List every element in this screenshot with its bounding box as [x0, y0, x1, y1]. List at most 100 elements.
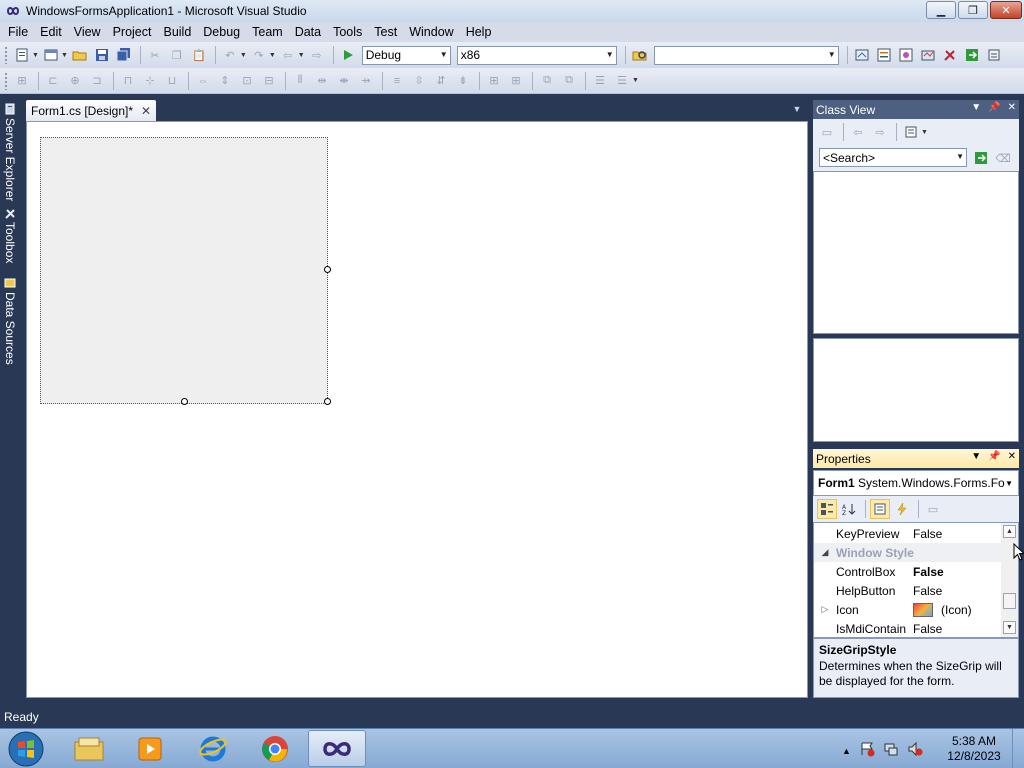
properties-view-icon[interactable]: [870, 499, 890, 519]
navigate-forward-icon[interactable]: ⇨: [307, 45, 327, 65]
add-item-icon[interactable]: [41, 45, 61, 65]
taskbar-media-player[interactable]: [121, 730, 179, 767]
scroll-up-icon[interactable]: ▲: [1003, 525, 1016, 538]
minimize-button[interactable]: ▁: [926, 1, 956, 19]
send-to-back-icon[interactable]: ⧉: [559, 71, 579, 91]
expand-triangle-icon[interactable]: ▷: [814, 604, 836, 615]
extension-manager-icon[interactable]: [940, 45, 960, 65]
properties-window-icon[interactable]: [874, 45, 894, 65]
property-row-controlbox[interactable]: ControlBox False: [814, 562, 1002, 581]
menu-edit[interactable]: Edit: [34, 22, 68, 42]
categorized-icon[interactable]: [817, 499, 837, 519]
menu-window[interactable]: Window: [403, 22, 459, 42]
system-clock[interactable]: 5:38 AM 12/8/2023: [942, 734, 1006, 764]
horizontal-spacing-remove-icon[interactable]: ⇸: [356, 71, 376, 91]
auto-hide-pin-icon[interactable]: 📌: [988, 451, 1000, 462]
center-horizontally-icon[interactable]: ⊞: [484, 71, 504, 91]
properties-object-selector[interactable]: Form1 System.Windows.Forms.Fo ▼: [813, 470, 1019, 496]
start-button[interactable]: [6, 731, 46, 767]
clear-search-icon[interactable]: ⌫: [993, 148, 1013, 168]
align-bottoms-icon[interactable]: ⊔: [162, 71, 182, 91]
forward-arrow-icon[interactable]: ⇨: [870, 122, 890, 142]
solution-explorer-icon[interactable]: [852, 45, 872, 65]
data-sources-tab[interactable]: Data Sources: [1, 276, 19, 365]
resize-handle-right[interactable]: [324, 266, 331, 273]
navigate-backward-icon[interactable]: ⇦: [278, 45, 298, 65]
more-commands-icon[interactable]: [984, 45, 1004, 65]
center-vertically-icon[interactable]: ⊞: [506, 71, 526, 91]
action-center-flag-icon[interactable]: [859, 741, 875, 760]
taskbar-file-explorer[interactable]: [60, 730, 118, 767]
resize-handle-bottom[interactable]: [181, 398, 188, 405]
document-list-dropdown-icon[interactable]: ▼: [791, 104, 803, 116]
align-lefts-icon[interactable]: ⊏: [43, 71, 63, 91]
align-rights-icon[interactable]: ⊐: [87, 71, 107, 91]
close-tab-icon[interactable]: ✕: [141, 104, 151, 118]
save-all-icon[interactable]: [114, 45, 134, 65]
class-view-tree[interactable]: [813, 171, 1019, 334]
scroll-down-icon[interactable]: ▼: [1003, 621, 1016, 634]
open-file-icon[interactable]: [70, 45, 90, 65]
form-designer[interactable]: [26, 121, 808, 698]
align-to-grid-icon[interactable]: ⊞: [12, 71, 32, 91]
class-view-search-input[interactable]: <Search> ▼: [819, 148, 967, 167]
align-tops-icon[interactable]: ⊓: [118, 71, 138, 91]
start-page-icon[interactable]: [962, 45, 982, 65]
dropdown-arrow-icon[interactable]: ▼: [32, 52, 39, 59]
bring-to-front-icon[interactable]: ⧉: [537, 71, 557, 91]
toolbar-grip[interactable]: [4, 71, 8, 90]
menu-team[interactable]: Team: [246, 22, 289, 42]
back-arrow-icon[interactable]: ⇦: [848, 122, 868, 142]
toolbox-tab[interactable]: Toolbox: [1, 206, 19, 263]
undo-icon[interactable]: ↶: [220, 45, 240, 65]
horizontal-spacing-decrease-icon[interactable]: ⇼: [334, 71, 354, 91]
menu-project[interactable]: Project: [107, 22, 158, 42]
property-value[interactable]: False: [913, 527, 1002, 541]
toolbox-window-icon[interactable]: [918, 45, 938, 65]
menu-data[interactable]: Data: [289, 22, 327, 42]
property-value[interactable]: False: [913, 565, 1002, 579]
solution-configuration-combo[interactable]: Debug ▼: [361, 45, 451, 65]
menu-file[interactable]: File: [2, 22, 34, 42]
menu-tools[interactable]: Tools: [327, 22, 368, 42]
show-hidden-icons-icon[interactable]: ▲: [842, 746, 851, 756]
redo-icon[interactable]: ↷: [249, 45, 269, 65]
menu-test[interactable]: Test: [368, 22, 403, 42]
toolbar-overflow-icon[interactable]: ▼: [632, 77, 639, 84]
vertical-spacing-equal-icon[interactable]: ≡: [387, 71, 407, 91]
alphabetical-icon[interactable]: AZ: [839, 499, 859, 519]
make-same-height-icon[interactable]: ⇕: [215, 71, 235, 91]
copy-icon[interactable]: ❐: [167, 45, 187, 65]
horizontal-spacing-equal-icon[interactable]: ⫴: [290, 71, 310, 91]
taskbar-chrome[interactable]: [246, 730, 304, 767]
auto-hide-pin-icon[interactable]: 📌: [988, 102, 1000, 113]
restore-button[interactable]: ❐: [958, 1, 988, 19]
events-lightning-icon[interactable]: [892, 499, 912, 519]
form1-surface[interactable]: [40, 137, 331, 405]
toolbar-grip[interactable]: [4, 46, 8, 64]
network-icon[interactable]: [883, 741, 899, 760]
new-folder-icon[interactable]: ▭: [817, 122, 837, 142]
paste-icon[interactable]: 📋: [189, 45, 209, 65]
class-view-header[interactable]: Class View ▼ 📌 ✕: [813, 100, 1019, 119]
property-category-window-style[interactable]: ◢ Window Style: [814, 543, 1002, 562]
vertical-spacing-decrease-icon[interactable]: ⇵: [431, 71, 451, 91]
window-position-icon[interactable]: ▼: [971, 102, 981, 113]
taskbar-visual-studio[interactable]: [308, 730, 366, 767]
properties-grid[interactable]: KeyPreview False ◢ Window Style ControlB…: [813, 522, 1019, 638]
solution-platform-combo[interactable]: x86 ▼: [456, 45, 617, 65]
find-in-files-icon[interactable]: [630, 45, 650, 65]
class-view-settings-icon[interactable]: [901, 122, 921, 142]
resize-handle-bottom-right[interactable]: [324, 398, 331, 405]
document-tab-form1-design[interactable]: Form1.cs [Design]* ✕: [26, 100, 156, 121]
scrollbar-thumb[interactable]: [1003, 593, 1016, 609]
horizontal-spacing-increase-icon[interactable]: ⇹: [312, 71, 332, 91]
show-desktop-button[interactable]: [1012, 729, 1024, 768]
menu-debug[interactable]: Debug: [197, 22, 246, 42]
vertical-spacing-increase-icon[interactable]: ⇳: [409, 71, 429, 91]
dropdown-arrow-icon[interactable]: ▼: [61, 52, 68, 59]
vertical-spacing-remove-icon[interactable]: ⇟: [453, 71, 473, 91]
taskbar-internet-explorer[interactable]: [184, 730, 242, 767]
lock-controls-icon[interactable]: ☰: [612, 71, 632, 91]
new-project-icon[interactable]: [12, 45, 32, 65]
